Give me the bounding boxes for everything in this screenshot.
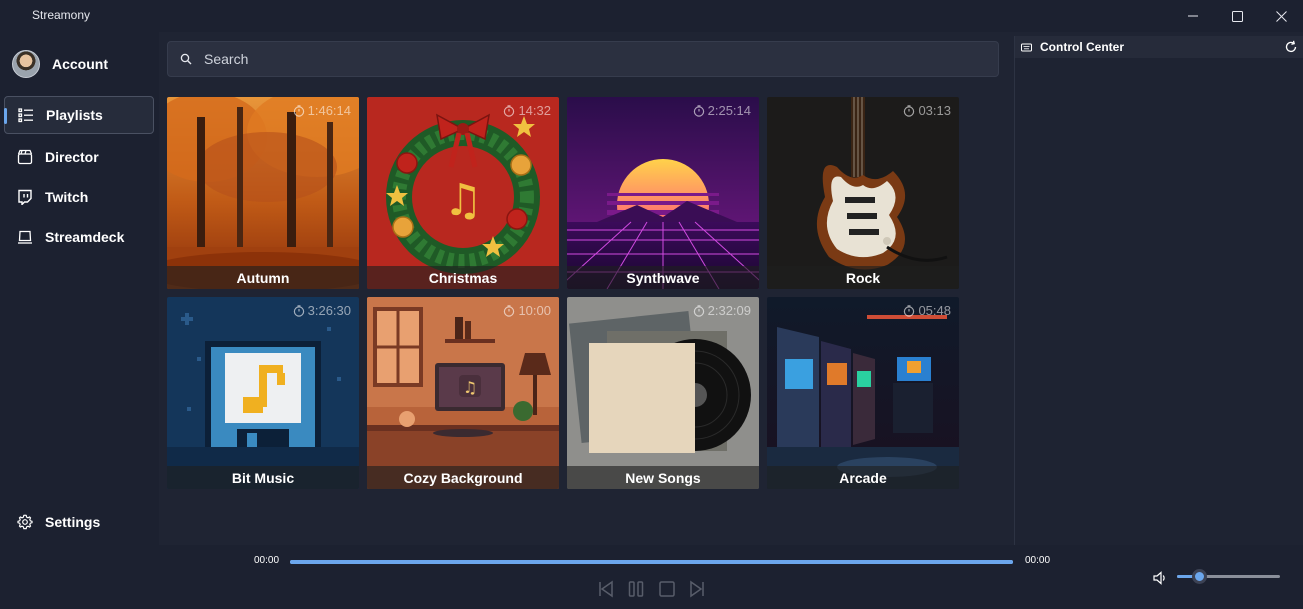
timer-icon <box>504 104 515 117</box>
gear-icon <box>17 514 33 530</box>
sidebar-item-label: Director <box>45 149 99 165</box>
minimize-button[interactable] <box>1170 0 1216 32</box>
playlist-tile-bit-music[interactable]: 3:26:30 Bit Music <box>167 297 359 489</box>
playlist-tile-synthwave[interactable]: 2:25:14 Synthwave <box>567 97 759 289</box>
stop-icon[interactable] <box>657 579 677 599</box>
timer-icon <box>693 304 704 317</box>
control-center-title: Control Center <box>1040 40 1124 54</box>
duration-text: 3:26:30 <box>307 303 351 318</box>
christmas-artwork: ♫ <box>367 97 559 289</box>
progress-bar[interactable] <box>290 560 1013 564</box>
duration-text: 1:46:14 <box>307 103 351 118</box>
playlist-name: Autumn <box>167 266 359 289</box>
player-bar: 00:00 00:00 <box>0 545 1303 609</box>
playlist-tile-rock[interactable]: 03:13 Rock <box>767 97 959 289</box>
playlist-name: Rock <box>767 266 959 289</box>
playlist-tile-christmas[interactable]: ♫ 14:32 Christmas <box>367 97 559 289</box>
duration-text: 05:48 <box>918 303 951 318</box>
timer-icon <box>693 104 704 117</box>
title-bar: Streamony <box>0 0 1303 32</box>
duration-text: 03:13 <box>918 103 951 118</box>
volume-thumb[interactable] <box>1192 569 1208 584</box>
playlist-tile-cozy-background[interactable]: ♫ 10:00 Cozy Background <box>367 297 559 489</box>
arcade-artwork <box>767 297 959 489</box>
previous-track-icon[interactable] <box>596 579 616 599</box>
playlist-tile-new-songs[interactable]: 2:32:09 New Songs <box>567 297 759 489</box>
playlist-name: Arcade <box>767 466 959 489</box>
sidebar: Account Playlists Director Twitch Stream… <box>0 32 159 545</box>
duration-text: 2:25:14 <box>707 103 751 118</box>
duration-text: 14:32 <box>518 103 551 118</box>
duration-badge: 1:46:14 <box>293 103 351 118</box>
control-center-panel: Control Center <box>1014 36 1303 545</box>
maximize-button[interactable] <box>1214 0 1260 32</box>
list-icon <box>18 107 34 123</box>
sidebar-item-director[interactable]: Director <box>4 138 154 176</box>
sidebar-item-streamdeck[interactable]: Streamdeck <box>4 218 154 256</box>
duration-badge: 05:48 <box>903 303 951 318</box>
timer-icon <box>293 104 304 117</box>
app-title: Streamony <box>32 8 91 22</box>
sidebar-item-twitch[interactable]: Twitch <box>4 178 154 216</box>
search-input[interactable] <box>204 51 984 67</box>
playlist-name: New Songs <box>567 466 759 489</box>
bit-music-artwork <box>167 297 359 489</box>
sidebar-item-label: Twitch <box>45 189 89 205</box>
search-icon <box>180 53 192 65</box>
next-track-icon[interactable] <box>687 579 707 599</box>
duration-badge: 14:32 <box>503 103 551 118</box>
pause-icon[interactable] <box>626 579 646 599</box>
total-time: 00:00 <box>1025 555 1051 566</box>
sidebar-item-playlists[interactable]: Playlists <box>4 96 154 134</box>
new-songs-artwork <box>567 297 759 489</box>
duration-badge: 2:32:09 <box>693 303 751 318</box>
cozy-background-artwork: ♫ <box>367 297 559 489</box>
volume-icon[interactable] <box>1152 570 1168 586</box>
playlist-tile-arcade[interactable]: 05:48 Arcade <box>767 297 959 489</box>
sidebar-item-settings[interactable]: Settings <box>4 503 154 541</box>
autumn-artwork <box>167 97 359 289</box>
timer-icon <box>904 304 915 317</box>
sidebar-item-label: Streamdeck <box>45 229 125 245</box>
elapsed-time: 00:00 <box>254 555 280 566</box>
control-center-header: Control Center <box>1015 36 1303 58</box>
search-bar[interactable] <box>167 41 999 77</box>
timer-icon <box>504 304 515 317</box>
svg-text:♫: ♫ <box>443 175 482 226</box>
duration-text: 2:32:09 <box>707 303 751 318</box>
duration-badge: 10:00 <box>503 303 551 318</box>
close-button[interactable] <box>1258 0 1303 32</box>
playlist-name: Cozy Background <box>367 466 559 489</box>
close-icon <box>1275 10 1287 22</box>
refresh-icon[interactable] <box>1283 39 1299 55</box>
playlist-name: Synthwave <box>567 266 759 289</box>
duration-badge: 2:25:14 <box>693 103 751 118</box>
sidebar-item-label: Playlists <box>46 107 103 123</box>
progress-fill <box>290 560 1013 564</box>
keyboard-icon <box>1021 43 1032 51</box>
account-button[interactable]: Account <box>12 50 108 78</box>
playlist-name: Bit Music <box>167 466 359 489</box>
duration-badge: 3:26:30 <box>293 303 351 318</box>
playlist-tile-autumn[interactable]: 1:46:14 Autumn <box>167 97 359 289</box>
avatar <box>12 50 40 78</box>
duration-badge: 03:13 <box>903 103 951 118</box>
streamdeck-icon <box>17 229 33 245</box>
account-label: Account <box>52 56 108 72</box>
clapperboard-icon <box>17 149 33 165</box>
maximize-icon <box>1231 10 1243 22</box>
rock-artwork <box>767 97 959 289</box>
svg-text:♫: ♫ <box>463 378 477 397</box>
twitch-icon <box>17 189 33 205</box>
playlist-name: Christmas <box>367 266 559 289</box>
synthwave-artwork <box>567 97 759 289</box>
timer-icon <box>904 104 915 117</box>
minimize-icon <box>1188 15 1198 17</box>
timer-icon <box>293 304 304 317</box>
duration-text: 10:00 <box>518 303 551 318</box>
settings-label: Settings <box>45 514 101 530</box>
